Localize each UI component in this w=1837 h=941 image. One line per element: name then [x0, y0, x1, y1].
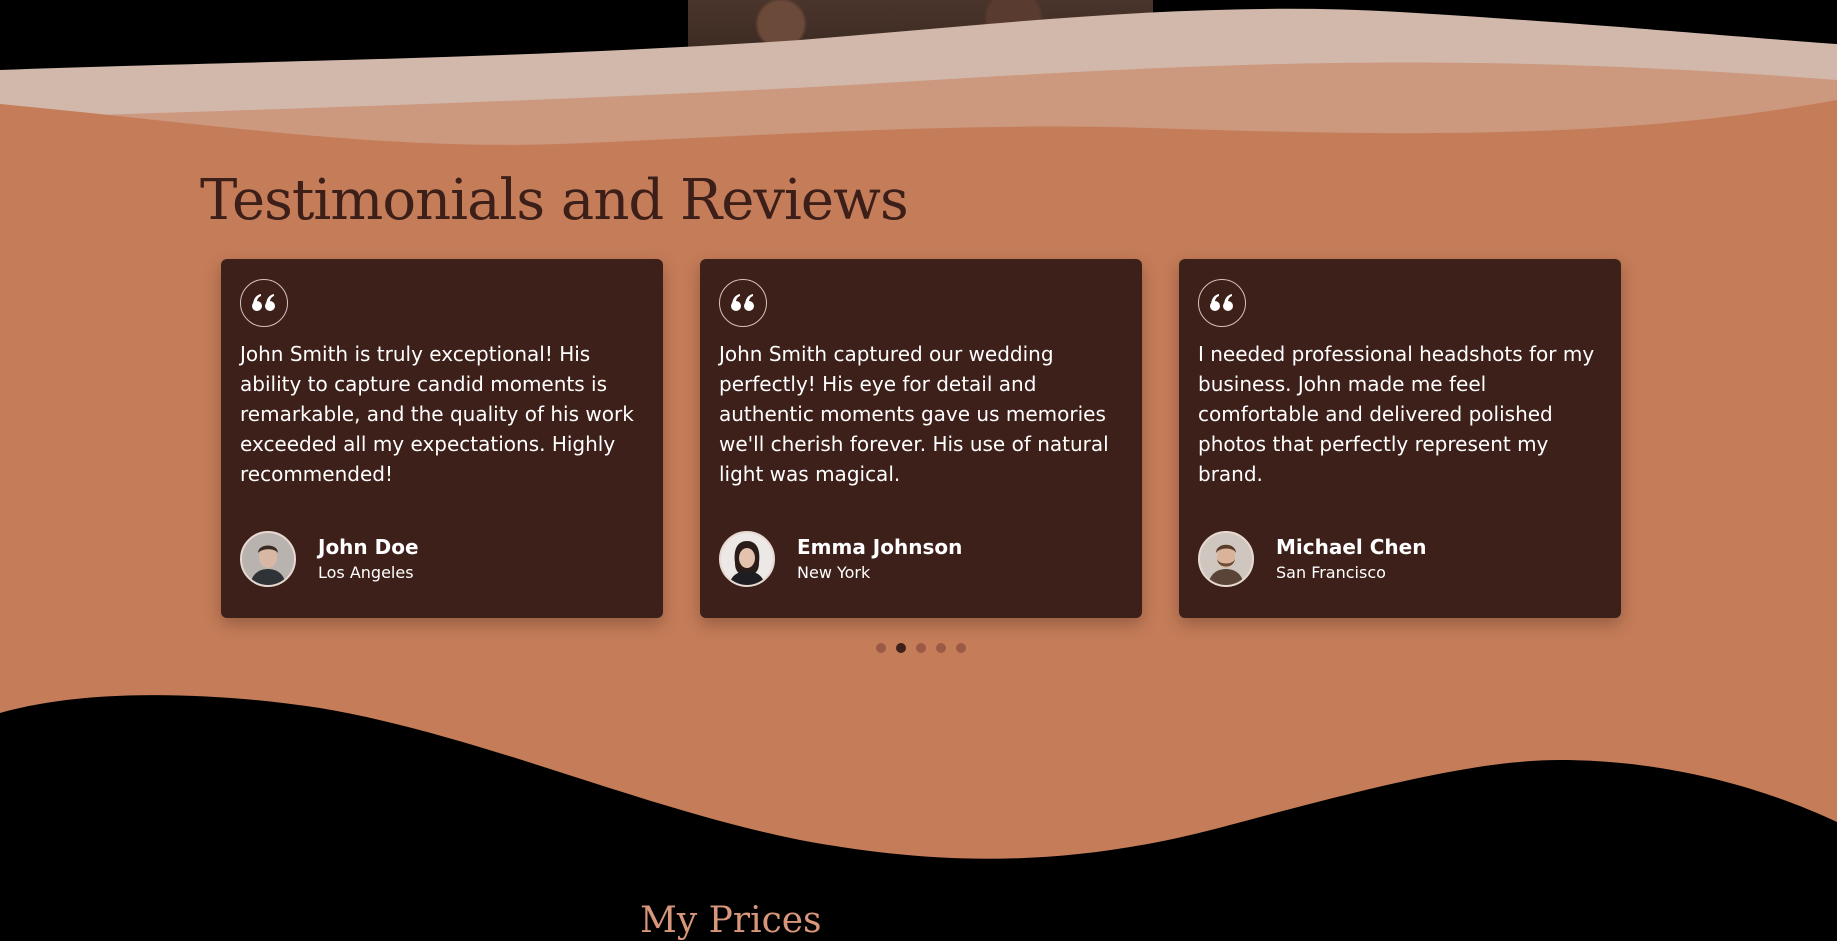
- section-title: Testimonials and Reviews: [200, 168, 909, 233]
- author-name: John Doe: [318, 535, 419, 559]
- quote-icon: [1198, 279, 1246, 327]
- bearded-man-portrait-icon: [1200, 533, 1252, 585]
- testimonial-text: I needed professional headshots for my b…: [1198, 342, 1595, 486]
- author-location: New York: [797, 563, 871, 582]
- author-location: San Francisco: [1276, 563, 1386, 582]
- testimonial-author: Emma Johnson New York: [719, 529, 962, 589]
- avatar: [719, 531, 775, 587]
- author-name: Michael Chen: [1276, 535, 1427, 559]
- avatar: [240, 531, 296, 587]
- quote-icon: [719, 279, 767, 327]
- testimonial-author: Michael Chen San Francisco: [1198, 529, 1426, 589]
- man-portrait-icon: [242, 533, 294, 585]
- avatar: [1198, 531, 1254, 587]
- author-name: Emma Johnson: [797, 535, 963, 559]
- woman-portrait-icon: [721, 533, 773, 585]
- carousel-dot-3[interactable]: [916, 643, 926, 653]
- testimonial-card: I needed professional headshots for my b…: [1179, 259, 1621, 618]
- testimonial-card: John Smith is truly exceptional! His abi…: [221, 259, 663, 618]
- carousel-dot-1[interactable]: [876, 643, 886, 653]
- author-location: Los Angeles: [318, 563, 414, 582]
- carousel-pagination: [876, 643, 966, 653]
- carousel-dot-2[interactable]: [896, 643, 906, 653]
- prices-section-title: My Prices: [640, 900, 822, 941]
- testimonial-text: John Smith captured our wedding perfectl…: [719, 342, 1109, 486]
- testimonial-text: John Smith is truly exceptional! His abi…: [240, 342, 634, 486]
- carousel-dot-4[interactable]: [936, 643, 946, 653]
- carousel-dot-5[interactable]: [956, 643, 966, 653]
- testimonial-card: John Smith captured our wedding perfectl…: [700, 259, 1142, 618]
- testimonial-author: John Doe Los Angeles: [240, 529, 419, 589]
- quote-icon: [240, 279, 288, 327]
